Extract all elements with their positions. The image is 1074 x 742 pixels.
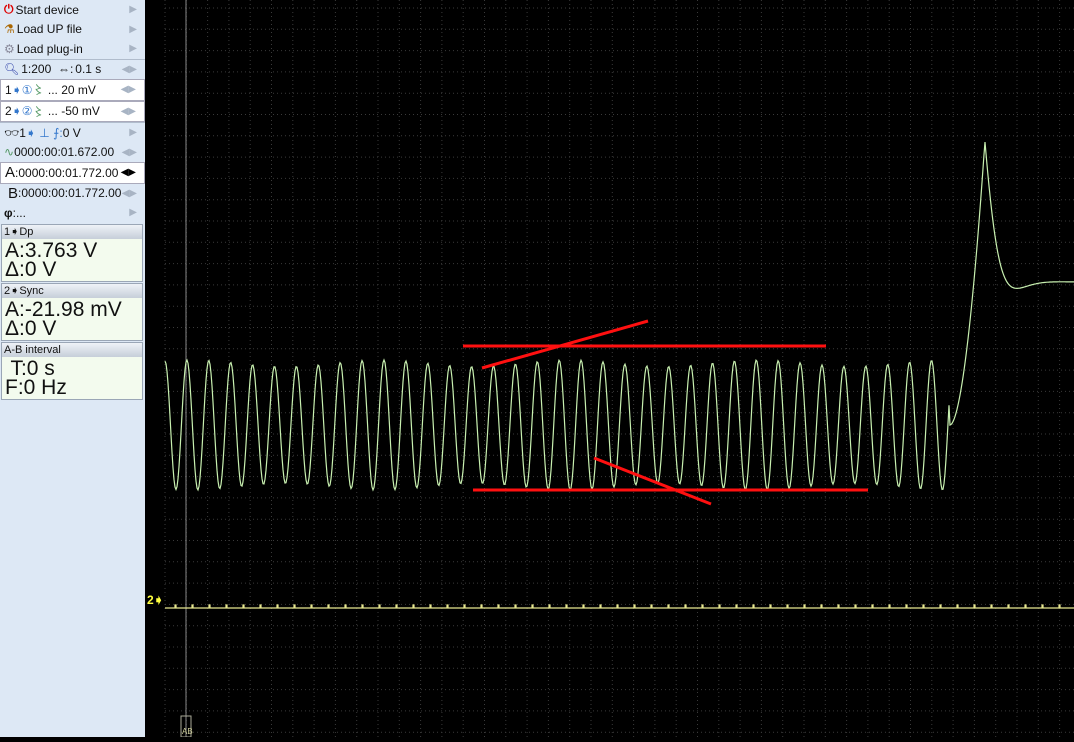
chevron-right-icon: ▶ [129, 43, 137, 55]
channel-scale: ... -50 mV [47, 104, 100, 119]
trigger-time-row[interactable]: ∿ 0000:00:01.672.00 ◀▶ [0, 143, 145, 163]
edge-icon: ➧ ⊥ ⨍: [25, 125, 63, 140]
cursor-a-row[interactable]: A:0000:00:01.772.00 ◀▶ [0, 162, 145, 184]
zoom-ratio: 1:200 [21, 62, 52, 77]
load-up-file-menu[interactable]: ⚗ Load UP file ▶ [0, 20, 145, 40]
phase-label: φ [4, 205, 13, 220]
zoom-row[interactable]: 🔍︎ 1:200 ⇔: 0.1 s ◀▶ [0, 58, 145, 80]
cursor-b-time: 0000:00:01.772.00 [21, 186, 122, 201]
chevron-right-icon: ▶ [129, 4, 137, 16]
box-title: 2➧Sync [2, 283, 142, 298]
coupling-icon: 〻 [32, 104, 45, 119]
chevron-right-icon: ▶ [129, 23, 137, 35]
trigger-level: 0 V [62, 125, 81, 140]
stepper-icon[interactable]: ◀▶ [121, 84, 136, 95]
stepper-icon[interactable]: ◀▶ [122, 147, 137, 158]
interval-freq: F:0 Hz [5, 375, 67, 399]
stepper-icon[interactable]: ◀▶ [122, 188, 137, 199]
measure-box-ch2: 2➧Sync A:-21.98 mV Δ:0 V [1, 282, 143, 341]
channel-1-row[interactable]: 1 ➧① 〻 ... 20 mV ◀▶ [0, 79, 145, 101]
power-icon: ⏻ [4, 2, 14, 17]
measure-box-interval: A-B interval T:0 s F:0 Hz [1, 341, 143, 400]
label: Start device [15, 2, 79, 17]
load-plugin-menu[interactable]: ⚙ Load plug-in ▶ [0, 39, 145, 59]
timebase-icon: ⇔: [57, 62, 74, 77]
channel-2-row[interactable]: 2 ➧② 〻 ... -50 mV ◀▶ [0, 100, 145, 122]
channel-2-marker[interactable]: 2➧ [147, 593, 164, 607]
phase-value: ... [15, 205, 26, 220]
cursor-ab-label: AB [182, 727, 193, 736]
measure-box-ch1: 1➧Dp A:3.763 V Δ:0 V [1, 223, 143, 282]
channel-num: 1 [5, 82, 12, 97]
channel-2-trace [165, 604, 1074, 609]
value-a: A:3.763 V [5, 238, 98, 262]
load-file-icon: ⚗ [4, 22, 15, 37]
trigger-icon: 👓︎ [4, 125, 20, 140]
stepper-icon[interactable]: ◀▶ [122, 64, 137, 75]
cursor-b-row[interactable]: B:0000:00:01.772.00 ◀▶ [0, 184, 145, 204]
cursor-a-label: A [5, 164, 16, 182]
stepper-icon[interactable]: ◀▶ [121, 167, 136, 178]
cursor-b-label: B [8, 184, 19, 202]
cursor-a-time: 0000:00:01.772.00 [18, 165, 119, 180]
grid [164, 0, 1074, 737]
plugin-icon: ⚙ [4, 41, 15, 56]
interval-time: T:0 s [5, 356, 55, 380]
start-device-menu[interactable]: ⏻ Start device ▶ [0, 0, 145, 20]
magnifier-icon: 🔍︎ [4, 62, 20, 77]
trigger-time: 0000:00:01.672.00 [14, 145, 115, 160]
chevron-right-icon: ▶ [129, 207, 137, 219]
trigger-channel: 1 [19, 125, 26, 140]
chevron-right-icon: ▶ [129, 127, 137, 139]
timebase: 0.1 s [75, 62, 102, 77]
value-delta: Δ:0 V [5, 316, 57, 340]
annotation-line-falling [593, 456, 712, 506]
arrow-icon: ➧① [11, 82, 33, 97]
label: Load plug-in [16, 41, 83, 56]
channel-1-trace [164, 141, 1074, 492]
channel-num: 2 [5, 104, 12, 119]
coupling-icon: 〻 [32, 83, 45, 98]
box-title: 1➧Dp [2, 224, 142, 239]
wave-icon: ∿ [4, 145, 15, 160]
stepper-icon[interactable]: ◀▶ [121, 106, 136, 117]
value-a: A:-21.98 mV [5, 297, 122, 321]
arrow-icon: ➧② [11, 104, 33, 119]
scope-plot[interactable]: 2➧ AB [145, 0, 1074, 738]
channel-scale: ... 20 mV [47, 82, 96, 97]
phase-row[interactable]: φ:... ▶ [0, 203, 145, 223]
control-panel: ⏻ Start device ▶ ⚗ Load UP file ▶ ⚙ Load plug… [0, 0, 145, 737]
value-delta: Δ:0 V [5, 257, 57, 281]
box-title: A-B interval [2, 342, 142, 357]
trigger-row[interactable]: 👓︎ 1 ➧ ⊥ ⨍: 0 V ▶ [0, 122, 145, 143]
oscilloscope-screen[interactable]: 2➧ AB [145, 0, 1074, 738]
label: Load UP file [16, 22, 82, 37]
